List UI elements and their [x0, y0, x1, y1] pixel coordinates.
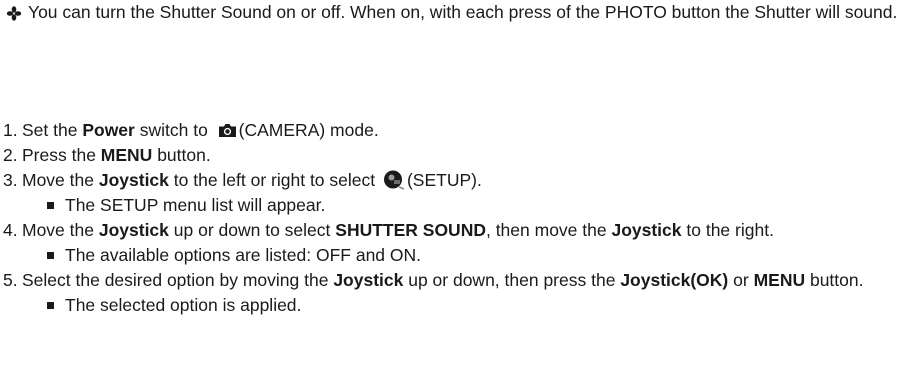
sub-text: The SETUP menu list will appear.	[65, 195, 326, 215]
step-text: Select the desired option by moving the	[22, 270, 334, 290]
square-bullet-icon	[47, 252, 54, 259]
joystick-label: Joystick	[611, 220, 682, 240]
step-text: up or down, then press the	[403, 270, 621, 290]
step-2: 2. Press the MENU button.	[0, 143, 912, 168]
square-bullet-icon	[47, 202, 54, 209]
steps-list: 1. Set the Power switch to (CAMERA) mode…	[0, 118, 912, 318]
joystick-label: Joystick	[98, 170, 169, 190]
step-text: Set the	[22, 120, 83, 140]
menu-label: MENU	[753, 270, 806, 290]
step-number: 1.	[3, 120, 18, 140]
step-5: 5. Select the desired option by moving t…	[0, 268, 912, 318]
joystick-ok-label: Joystick(OK)	[620, 270, 729, 290]
step-1: 1. Set the Power switch to (CAMERA) mode…	[0, 118, 912, 143]
step-text: Move the	[22, 170, 99, 190]
sub-bullet: The SETUP menu list will appear.	[22, 193, 912, 218]
setup-icon	[383, 170, 405, 190]
shutter-sound-label: SHUTTER SOUND	[335, 220, 486, 240]
step-text: button.	[152, 145, 211, 165]
sub-bullet: The selected option is applied.	[22, 293, 912, 318]
step-text: (CAMERA) mode.	[238, 120, 379, 140]
step-text: button.	[805, 270, 864, 290]
step-text: Press the	[22, 145, 101, 165]
camera-icon	[218, 124, 236, 137]
intro-bullet: You can turn the Shutter Sound on or off…	[5, 0, 910, 25]
step-number: 4.	[3, 220, 18, 240]
sub-text: The selected option is applied.	[65, 295, 302, 315]
intro-text: You can turn the Shutter Sound on or off…	[28, 2, 898, 22]
step-text: switch to	[134, 120, 213, 140]
step-text: up or down to select	[168, 220, 336, 240]
step-text: or	[728, 270, 754, 290]
sub-bullet: The available options are listed: OFF an…	[22, 243, 912, 268]
step-text: to the left or right to select	[168, 170, 380, 190]
joystick-label: Joystick	[333, 270, 404, 290]
joystick-label: Joystick	[98, 220, 169, 240]
step-text: , then move the	[485, 220, 612, 240]
menu-label: MENU	[100, 145, 153, 165]
square-bullet-icon	[47, 302, 54, 309]
manual-page: You can turn the Shutter Sound on or off…	[0, 0, 917, 377]
step-4: 4. Move the Joystick up or down to selec…	[0, 218, 912, 268]
sub-text: The available options are listed: OFF an…	[65, 245, 422, 265]
step-number: 3.	[3, 170, 18, 190]
four-petal-diamond-icon	[6, 6, 22, 21]
step-text: to the right.	[681, 220, 774, 240]
step-number: 2.	[3, 145, 18, 165]
intro-section: You can turn the Shutter Sound on or off…	[5, 0, 910, 25]
step-text: Move the	[22, 220, 99, 240]
step-text: (SETUP).	[406, 170, 482, 190]
step-3: 3. Move the Joystick to the left or righ…	[0, 168, 912, 218]
power-label: Power	[82, 120, 135, 140]
step-number: 5.	[3, 270, 18, 290]
